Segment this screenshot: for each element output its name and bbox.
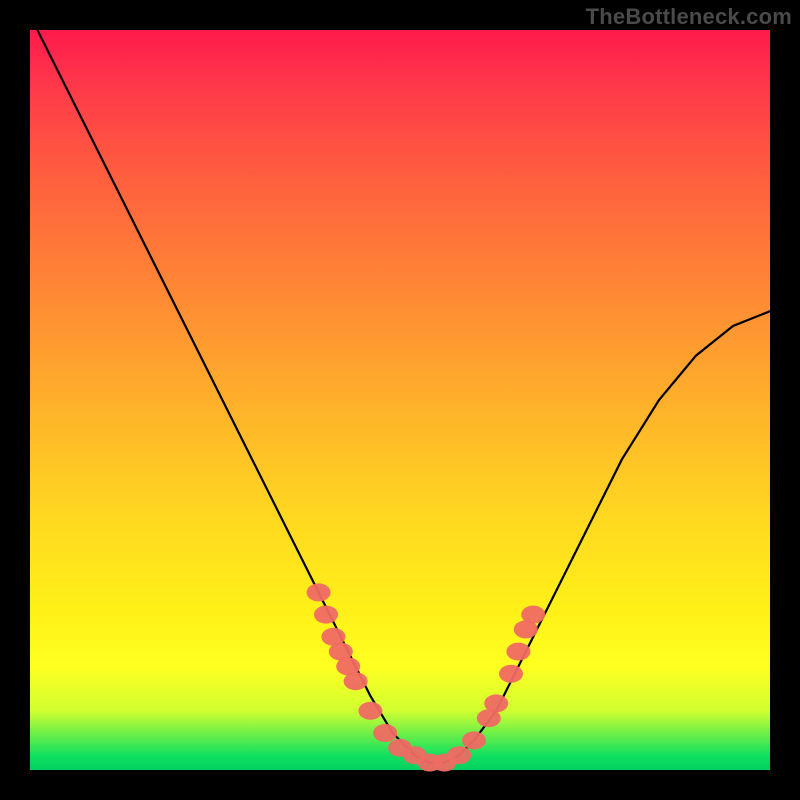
plot-area [30, 30, 770, 770]
highlight-marker [499, 665, 523, 683]
highlight-marker [358, 702, 382, 720]
curve-line [37, 30, 770, 763]
chart-frame: TheBottleneck.com [0, 0, 800, 800]
highlight-marker [314, 606, 338, 624]
highlight-marker [484, 694, 508, 712]
highlight-marker [373, 724, 397, 742]
highlight-marker [447, 746, 471, 764]
highlight-markers [307, 583, 546, 771]
highlight-marker [307, 583, 331, 601]
highlight-marker [521, 606, 545, 624]
highlight-marker [506, 643, 530, 661]
highlight-marker [462, 731, 486, 749]
highlight-marker [344, 672, 368, 690]
chart-svg [30, 30, 770, 770]
watermark-text: TheBottleneck.com [586, 4, 792, 30]
